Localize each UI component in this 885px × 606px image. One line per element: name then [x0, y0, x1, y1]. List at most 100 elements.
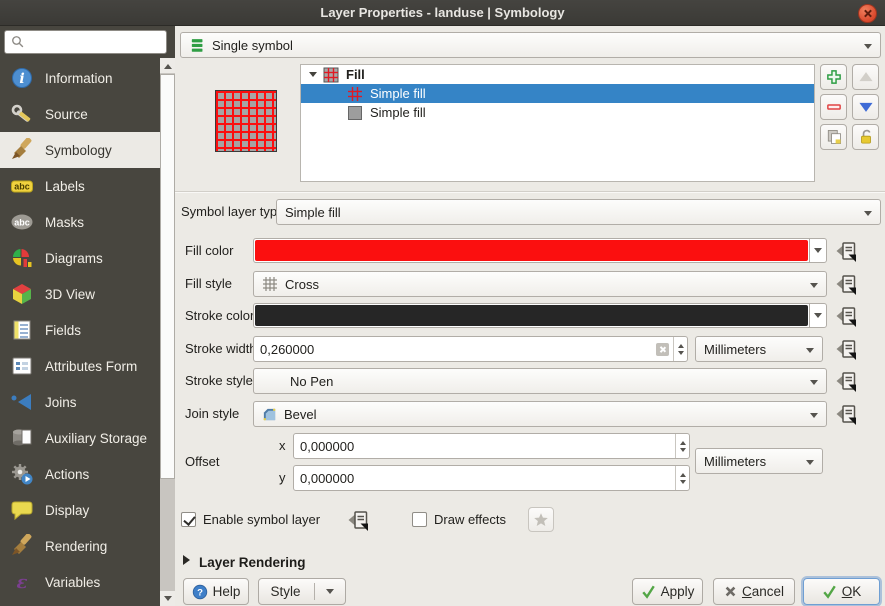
sidebar-item-information[interactable]: i Information — [0, 60, 160, 96]
fill-style-combo[interactable]: Cross — [253, 271, 827, 297]
style-button[interactable]: Style — [258, 578, 346, 605]
stroke-width-unit-value: Millimeters — [704, 342, 766, 357]
offset-y-input[interactable] — [300, 467, 649, 489]
minus-icon — [825, 98, 843, 116]
gray-fill-icon — [347, 105, 363, 121]
fill-color-override-button[interactable] — [833, 238, 860, 264]
symbol-layer-type-label: Symbol layer type — [181, 199, 284, 225]
tree-row-fill[interactable]: Fill — [301, 65, 814, 84]
duplicate-symbol-layer-button[interactable] — [820, 124, 847, 150]
cancel-button[interactable]: Cancel — [713, 578, 795, 605]
symbol-preview — [215, 90, 277, 152]
scroll-down-icon[interactable] — [160, 591, 175, 606]
stroke-style-override-button[interactable] — [833, 368, 860, 394]
lock-color-button[interactable] — [852, 124, 879, 150]
sidebar-item-variables[interactable]: ε Variables — [0, 564, 160, 600]
move-down-button[interactable] — [852, 94, 879, 120]
up-arrow-icon — [857, 68, 875, 86]
ok-button[interactable]: OK — [803, 578, 880, 605]
effects-options-button[interactable] — [528, 507, 554, 532]
join-style-override-button[interactable] — [833, 401, 860, 427]
fill-color-label: Fill color — [185, 238, 233, 264]
enable-symbol-layer-checkbox[interactable] — [181, 512, 196, 527]
fields-icon — [10, 318, 34, 342]
check-icon — [641, 584, 656, 599]
symbol-layer-tree: Fill Simple fill Simple fill — [300, 64, 815, 182]
display-icon — [10, 498, 34, 522]
stroke-style-combo[interactable]: No Pen — [253, 368, 827, 394]
symbol-layer-type-value: Simple fill — [285, 205, 341, 220]
chevron-down-icon — [864, 44, 872, 53]
expander-down-icon[interactable] — [309, 72, 317, 81]
sidebar-item-auxiliary-storage[interactable]: Auxiliary Storage — [0, 420, 160, 456]
offset-x-label: x — [279, 433, 286, 459]
chevron-down-icon — [326, 589, 334, 598]
fill-style-override-button[interactable] — [833, 271, 860, 297]
star-icon — [533, 512, 549, 528]
scrollbar-thumb[interactable] — [160, 74, 175, 479]
draw-effects-checkbox[interactable] — [412, 512, 427, 527]
cancel-label: Cancel — [742, 584, 784, 599]
remove-symbol-layer-button[interactable] — [820, 94, 847, 120]
apply-label: Apply — [661, 584, 695, 599]
expander-right-icon[interactable] — [183, 555, 195, 565]
sidebar-item-attributes-form[interactable]: Attributes Form — [0, 348, 160, 384]
stroke-width-override-button[interactable] — [833, 336, 860, 362]
help-button[interactable]: ? Help — [183, 578, 249, 605]
stroke-color-swatch — [255, 305, 808, 326]
symbol-layer-type-combo[interactable]: Simple fill — [276, 199, 881, 225]
stroke-width-spinner[interactable] — [673, 337, 687, 361]
offset-x-spinner[interactable] — [675, 434, 689, 458]
sidebar-item-masks[interactable]: abc Masks — [0, 204, 160, 240]
search-input[interactable] — [27, 35, 157, 49]
sidebar-scrollbar[interactable] — [160, 58, 175, 606]
sidebar-item-label: Actions — [45, 467, 89, 482]
offset-label: Offset — [185, 449, 219, 475]
chevron-down-icon — [810, 283, 818, 292]
sidebar-item-diagrams[interactable]: Diagrams — [0, 240, 160, 276]
sidebar-search — [4, 30, 167, 54]
sidebar-item-label: 3D View — [45, 287, 95, 302]
sidebar-item-symbology[interactable]: Symbology — [0, 132, 160, 168]
enable-layer-override-button[interactable] — [345, 507, 372, 533]
sidebar-item-actions[interactable]: Actions — [0, 456, 160, 492]
close-icon — [863, 9, 872, 18]
svg-text:abc: abc — [14, 218, 30, 228]
chevron-down-icon — [814, 313, 822, 322]
fill-color-dropdown[interactable] — [809, 239, 826, 262]
stroke-color-override-button[interactable] — [833, 303, 860, 329]
stroke-color-button[interactable] — [253, 303, 827, 328]
sidebar-item-display[interactable]: Display — [0, 492, 160, 528]
tree-item-label: Fill — [346, 67, 365, 82]
offset-unit-combo[interactable]: Millimeters — [695, 448, 823, 474]
tree-row-simple-fill-1[interactable]: Simple fill — [301, 84, 814, 103]
chevron-down-icon — [810, 413, 818, 422]
sidebar-item-source[interactable]: Source — [0, 96, 160, 132]
sidebar-item-3d-view[interactable]: 3D View — [0, 276, 160, 312]
lock-open-icon — [857, 128, 875, 146]
sidebar-item-joins[interactable]: Joins — [0, 384, 160, 420]
renderer-combo[interactable]: Single symbol — [180, 32, 881, 58]
stroke-color-dropdown[interactable] — [809, 304, 826, 327]
add-symbol-layer-button[interactable] — [820, 64, 847, 90]
sidebar-item-label: Attributes Form — [45, 359, 137, 374]
sidebar-item-labels[interactable]: abc Labels — [0, 168, 160, 204]
stroke-width-input[interactable] — [260, 338, 647, 360]
sidebar-item-fields[interactable]: Fields — [0, 312, 160, 348]
offset-x-input[interactable] — [300, 435, 649, 457]
clear-icon[interactable] — [656, 343, 669, 356]
fill-color-button[interactable] — [253, 238, 827, 263]
sidebar-item-rendering[interactable]: Rendering — [0, 528, 160, 564]
sidebar-item-label: Masks — [45, 215, 84, 230]
tree-row-simple-fill-2[interactable]: Simple fill — [301, 103, 814, 122]
stroke-width-unit-combo[interactable]: Millimeters — [695, 336, 823, 362]
scroll-up-icon[interactable] — [160, 58, 175, 73]
join-style-combo[interactable]: Bevel — [253, 401, 827, 427]
draw-effects-label: Draw effects — [434, 507, 506, 533]
3d-view-icon — [10, 282, 34, 306]
close-button[interactable] — [858, 4, 877, 23]
move-up-button[interactable] — [852, 64, 879, 90]
layer-rendering-header[interactable]: Layer Rendering — [199, 550, 306, 576]
apply-button[interactable]: Apply — [632, 578, 703, 605]
offset-y-spinner[interactable] — [675, 466, 689, 490]
